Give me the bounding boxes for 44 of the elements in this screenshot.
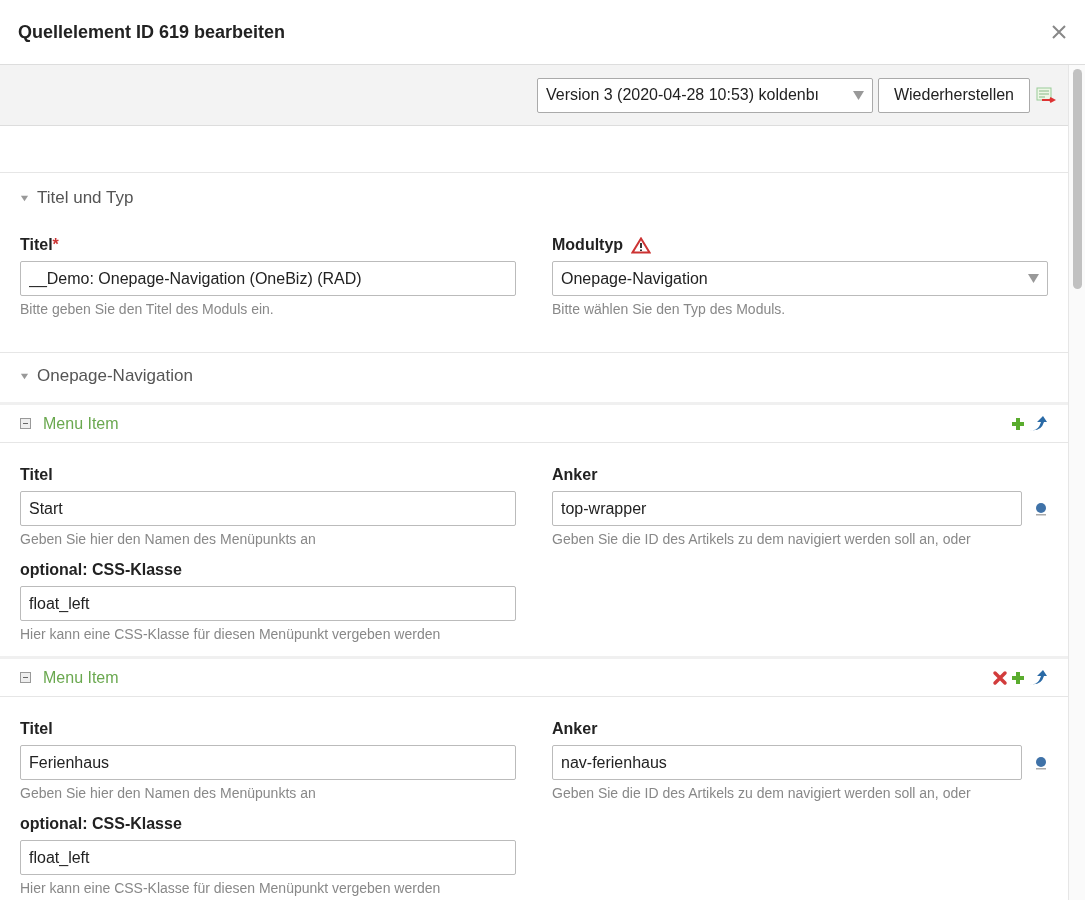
anchor-input[interactable]: top-wrapper: [552, 491, 1022, 526]
caret-icon[interactable]: [20, 193, 29, 203]
person-icon[interactable]: [1034, 501, 1048, 516]
module-type-select[interactable]: Onepage-Navigation: [552, 261, 1048, 296]
add-icon[interactable]: [1010, 415, 1026, 432]
anchor-input[interactable]: nav-ferienhaus: [552, 745, 1022, 780]
version-select[interactable]: Version 3 (2020-04-28 10:53) koldenbı: [536, 77, 873, 113]
title-input[interactable]: __Demo: Onepage-Navigation (OneBiz) (RAD): [20, 261, 516, 296]
help-text: Geben Sie hier den Namen des Menüpunkts an: [20, 784, 317, 803]
section-heading[interactable]: Titel und Typ: [37, 185, 134, 211]
field-label: Titel: [20, 719, 54, 739]
caret-icon[interactable]: [20, 371, 29, 381]
dropdown-icon: [852, 90, 864, 100]
field-label: optional: CSS-Klasse: [20, 560, 183, 580]
help-text: Hier kann eine CSS-Klasse für diesen Menüpunkt vergeben werden: [20, 625, 442, 644]
close-icon[interactable]: [1051, 24, 1067, 40]
collapse-icon[interactable]: [20, 418, 31, 429]
help-text: Geben Sie hier den Namen des Menüpunkts an: [20, 530, 317, 549]
list-arrow-icon[interactable]: [1036, 86, 1056, 104]
field-label: optional: CSS-Klasse: [20, 814, 183, 834]
help-text: Bitte wählen Sie den Typ des Moduls.: [552, 300, 787, 319]
field-label: Titel: [20, 465, 54, 485]
dialog-title: Quellelement ID 619 bearbeiten: [18, 20, 286, 44]
css-class-input[interactable]: float_left: [20, 840, 516, 875]
title-input[interactable]: Start: [20, 491, 516, 526]
collapse-icon[interactable]: [20, 672, 31, 683]
delete-icon[interactable]: [992, 669, 1008, 686]
help-text: Geben Sie die ID des Artikels zu dem navigiert werden soll an, oder: [552, 530, 972, 549]
css-class-input[interactable]: float_left: [20, 586, 516, 621]
person-icon[interactable]: [1034, 755, 1048, 770]
warning-icon: [631, 236, 652, 254]
help-text: Bitte geben Sie den Titel des Moduls ein.: [20, 300, 275, 319]
help-text: Geben Sie die ID des Artikels zu dem navigiert werden soll an, oder: [552, 784, 972, 803]
scrollbar-thumb[interactable]: [1072, 69, 1082, 289]
dropdown-icon: [1028, 274, 1039, 283]
restore-button[interactable]: Wiederherstellen: [877, 77, 1030, 113]
add-icon[interactable]: [1010, 669, 1026, 686]
field-label: Anker: [552, 719, 599, 739]
section-heading[interactable]: Onepage-Navigation: [37, 363, 193, 389]
help-text: Hier kann eine CSS-Klasse für diesen Menüpunkt vergeben werden: [20, 879, 442, 898]
title-input[interactable]: Ferienhaus: [20, 745, 516, 780]
field-label: Anker: [552, 465, 599, 485]
field-label: Modultyp: [552, 235, 624, 255]
field-label: Titel*: [20, 235, 60, 255]
